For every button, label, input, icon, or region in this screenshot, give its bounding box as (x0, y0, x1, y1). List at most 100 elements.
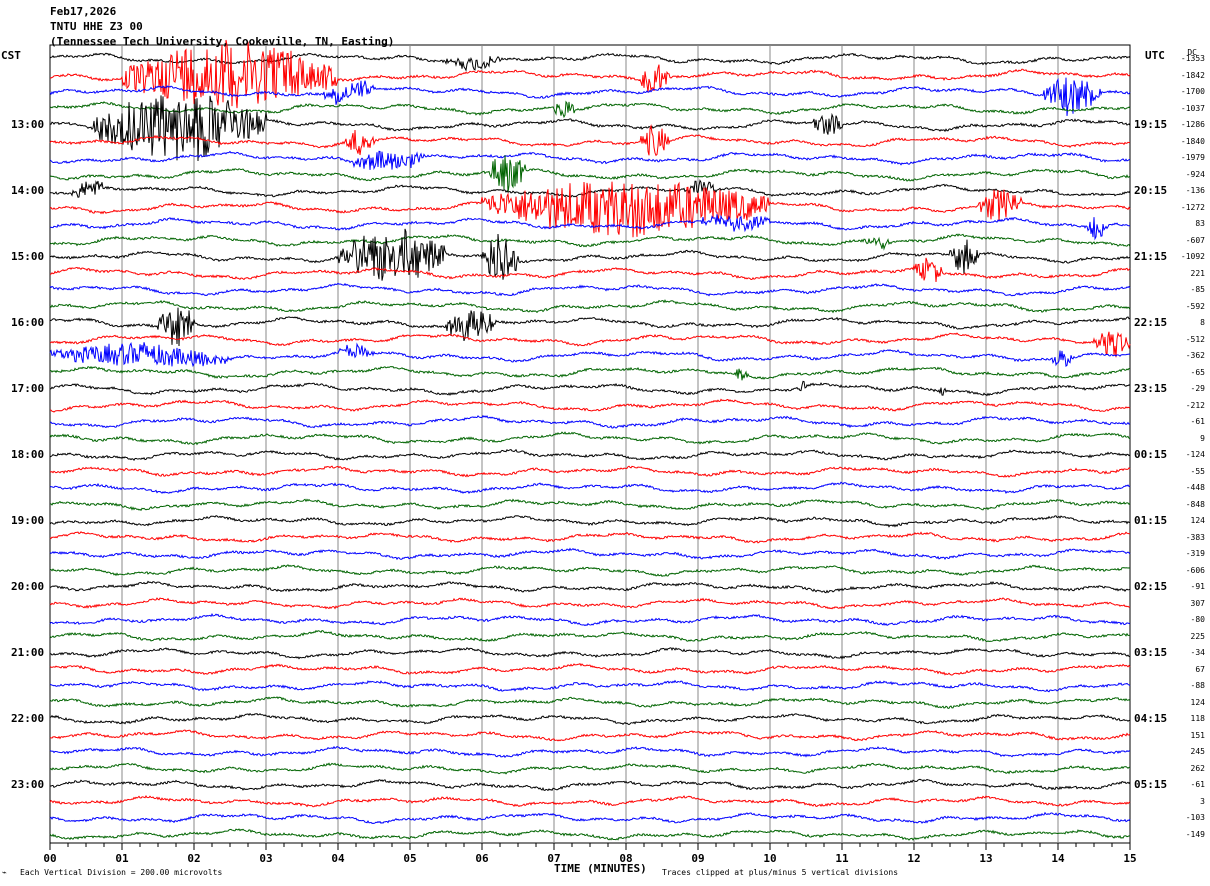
dc-offset-label: -61 (1190, 780, 1205, 789)
seismic-trace (49, 365, 1131, 381)
dc-offset-label: -319 (1185, 549, 1205, 558)
helicorder-plot (49, 39, 1131, 850)
x-tick-label: 05 (403, 852, 417, 865)
dc-offset-label: -136 (1185, 186, 1205, 195)
dc-offset-label: -29 (1190, 384, 1205, 393)
seismic-trace (49, 299, 1131, 314)
seismic-trace (49, 481, 1131, 495)
x-tick-label: 14 (1051, 852, 1065, 865)
scale-note: Each Vertical Division = 200.00 microvol… (20, 868, 223, 877)
dc-offset-label: -606 (1185, 565, 1205, 575)
dc-offset-label: -80 (1190, 615, 1205, 624)
seismic-trace (49, 679, 1131, 693)
seismic-trace (49, 123, 1131, 157)
x-tick-label: 03 (259, 852, 273, 865)
dc-offset-label: -924 (1185, 169, 1205, 179)
cst-time-label: 21:00 (11, 646, 45, 659)
cst-time-label: 18:00 (11, 448, 45, 461)
cst-time-label: 23:00 (11, 778, 45, 791)
dc-offset-label: 67 (1195, 664, 1205, 674)
dc-offset-label: -1092 (1180, 252, 1205, 261)
dc-offset-label: -512 (1185, 334, 1205, 344)
dc-offset-label: -848 (1185, 499, 1205, 509)
x-tick-label: 13 (979, 852, 993, 865)
seismic-trace (49, 515, 1131, 528)
x-tick-label: 10 (763, 852, 777, 865)
seismic-trace (49, 778, 1131, 792)
cst-time-label: 13:00 (11, 118, 45, 131)
dc-offset-label: 221 (1190, 268, 1205, 278)
seismic-trace (49, 795, 1131, 808)
dc-offset-label: 124 (1190, 516, 1205, 525)
seismic-trace (49, 282, 1131, 297)
dc-offset-label: 83 (1195, 219, 1205, 228)
seismic-trace (49, 233, 1131, 251)
dc-offset-label: 262 (1190, 763, 1205, 773)
x-tick-label: 04 (331, 852, 345, 865)
dc-offset-label: -383 (1185, 532, 1205, 542)
dc-offset-label: -1353 (1180, 54, 1205, 63)
seismic-trace (49, 380, 1131, 397)
seismic-trace (49, 448, 1131, 462)
cst-time-label: 17:00 (11, 382, 45, 395)
dc-offset-label: 245 (1190, 747, 1205, 756)
seismic-trace (49, 696, 1131, 709)
dc-offset-label: -88 (1190, 681, 1205, 690)
dc-offset-label: -1979 (1180, 153, 1205, 162)
seismic-trace (49, 629, 1131, 643)
cst-time-label: 22:00 (11, 712, 45, 725)
dc-offset-label: -607 (1185, 235, 1205, 245)
dc-offset-label: -1037 (1180, 103, 1205, 113)
x-tick-label: 09 (691, 852, 705, 865)
dc-offset-label: 307 (1190, 598, 1205, 608)
seismic-trace (49, 564, 1131, 577)
plot-frame (49, 44, 1131, 844)
cst-time-label: 19:00 (11, 514, 45, 527)
seismic-trace (49, 762, 1131, 775)
seismic-trace (49, 729, 1131, 742)
seismic-trace (49, 307, 1131, 347)
seismic-trace (49, 95, 1131, 162)
seismic-trace (49, 342, 1131, 368)
dc-offset-label: -124 (1185, 450, 1205, 459)
dc-offset-label: 3 (1200, 796, 1205, 806)
seismic-trace (49, 612, 1131, 627)
seismic-trace (49, 647, 1131, 660)
x-tick-label: 12 (907, 852, 921, 865)
dc-offset-label: 9 (1200, 433, 1205, 443)
seismic-trace (49, 811, 1131, 824)
x-tick-label: 15 (1123, 852, 1137, 865)
logo-mark: ⌁ (2, 868, 7, 877)
dc-offset-label: 118 (1190, 714, 1205, 723)
seismic-trace (49, 663, 1131, 676)
seismic-trace (50, 398, 1131, 413)
seismic-trace (49, 547, 1131, 561)
seismic-trace (49, 712, 1131, 726)
dc-offset-label: -91 (1190, 582, 1205, 591)
dc-offset-label: -1286 (1180, 120, 1205, 129)
x-tick-label: 02 (187, 852, 201, 865)
x-axis-label: TIME (MINUTES) (554, 862, 647, 875)
seismic-trace (49, 150, 1131, 171)
dc-offset-label: -1842 (1180, 70, 1205, 80)
dc-offset-label: -65 (1190, 367, 1205, 377)
x-tick-label: 06 (475, 852, 489, 865)
dc-offset-label: -1840 (1180, 136, 1205, 146)
x-tick-label: 01 (115, 852, 129, 865)
dc-offset-label: -1700 (1180, 87, 1205, 96)
dc-offset-label: 8 (1200, 318, 1205, 327)
cst-time-label: 14:00 (11, 184, 45, 197)
seismic-trace (50, 498, 1131, 512)
cst-time-label: 16:00 (11, 316, 45, 329)
dc-offset-label: -103 (1185, 813, 1205, 822)
dc-offset-label: -34 (1190, 648, 1205, 657)
dc-offset-label: -448 (1185, 483, 1205, 492)
seismic-trace (49, 580, 1131, 594)
cst-time-label: 20:00 (11, 580, 45, 593)
clip-note: Traces clipped at plus/minus 5 vertical … (662, 868, 899, 877)
dc-offset-label: 225 (1190, 631, 1205, 641)
seismic-trace (50, 39, 1131, 109)
seismic-trace (49, 531, 1131, 544)
seismic-trace (49, 465, 1131, 478)
seismic-trace (49, 745, 1131, 758)
